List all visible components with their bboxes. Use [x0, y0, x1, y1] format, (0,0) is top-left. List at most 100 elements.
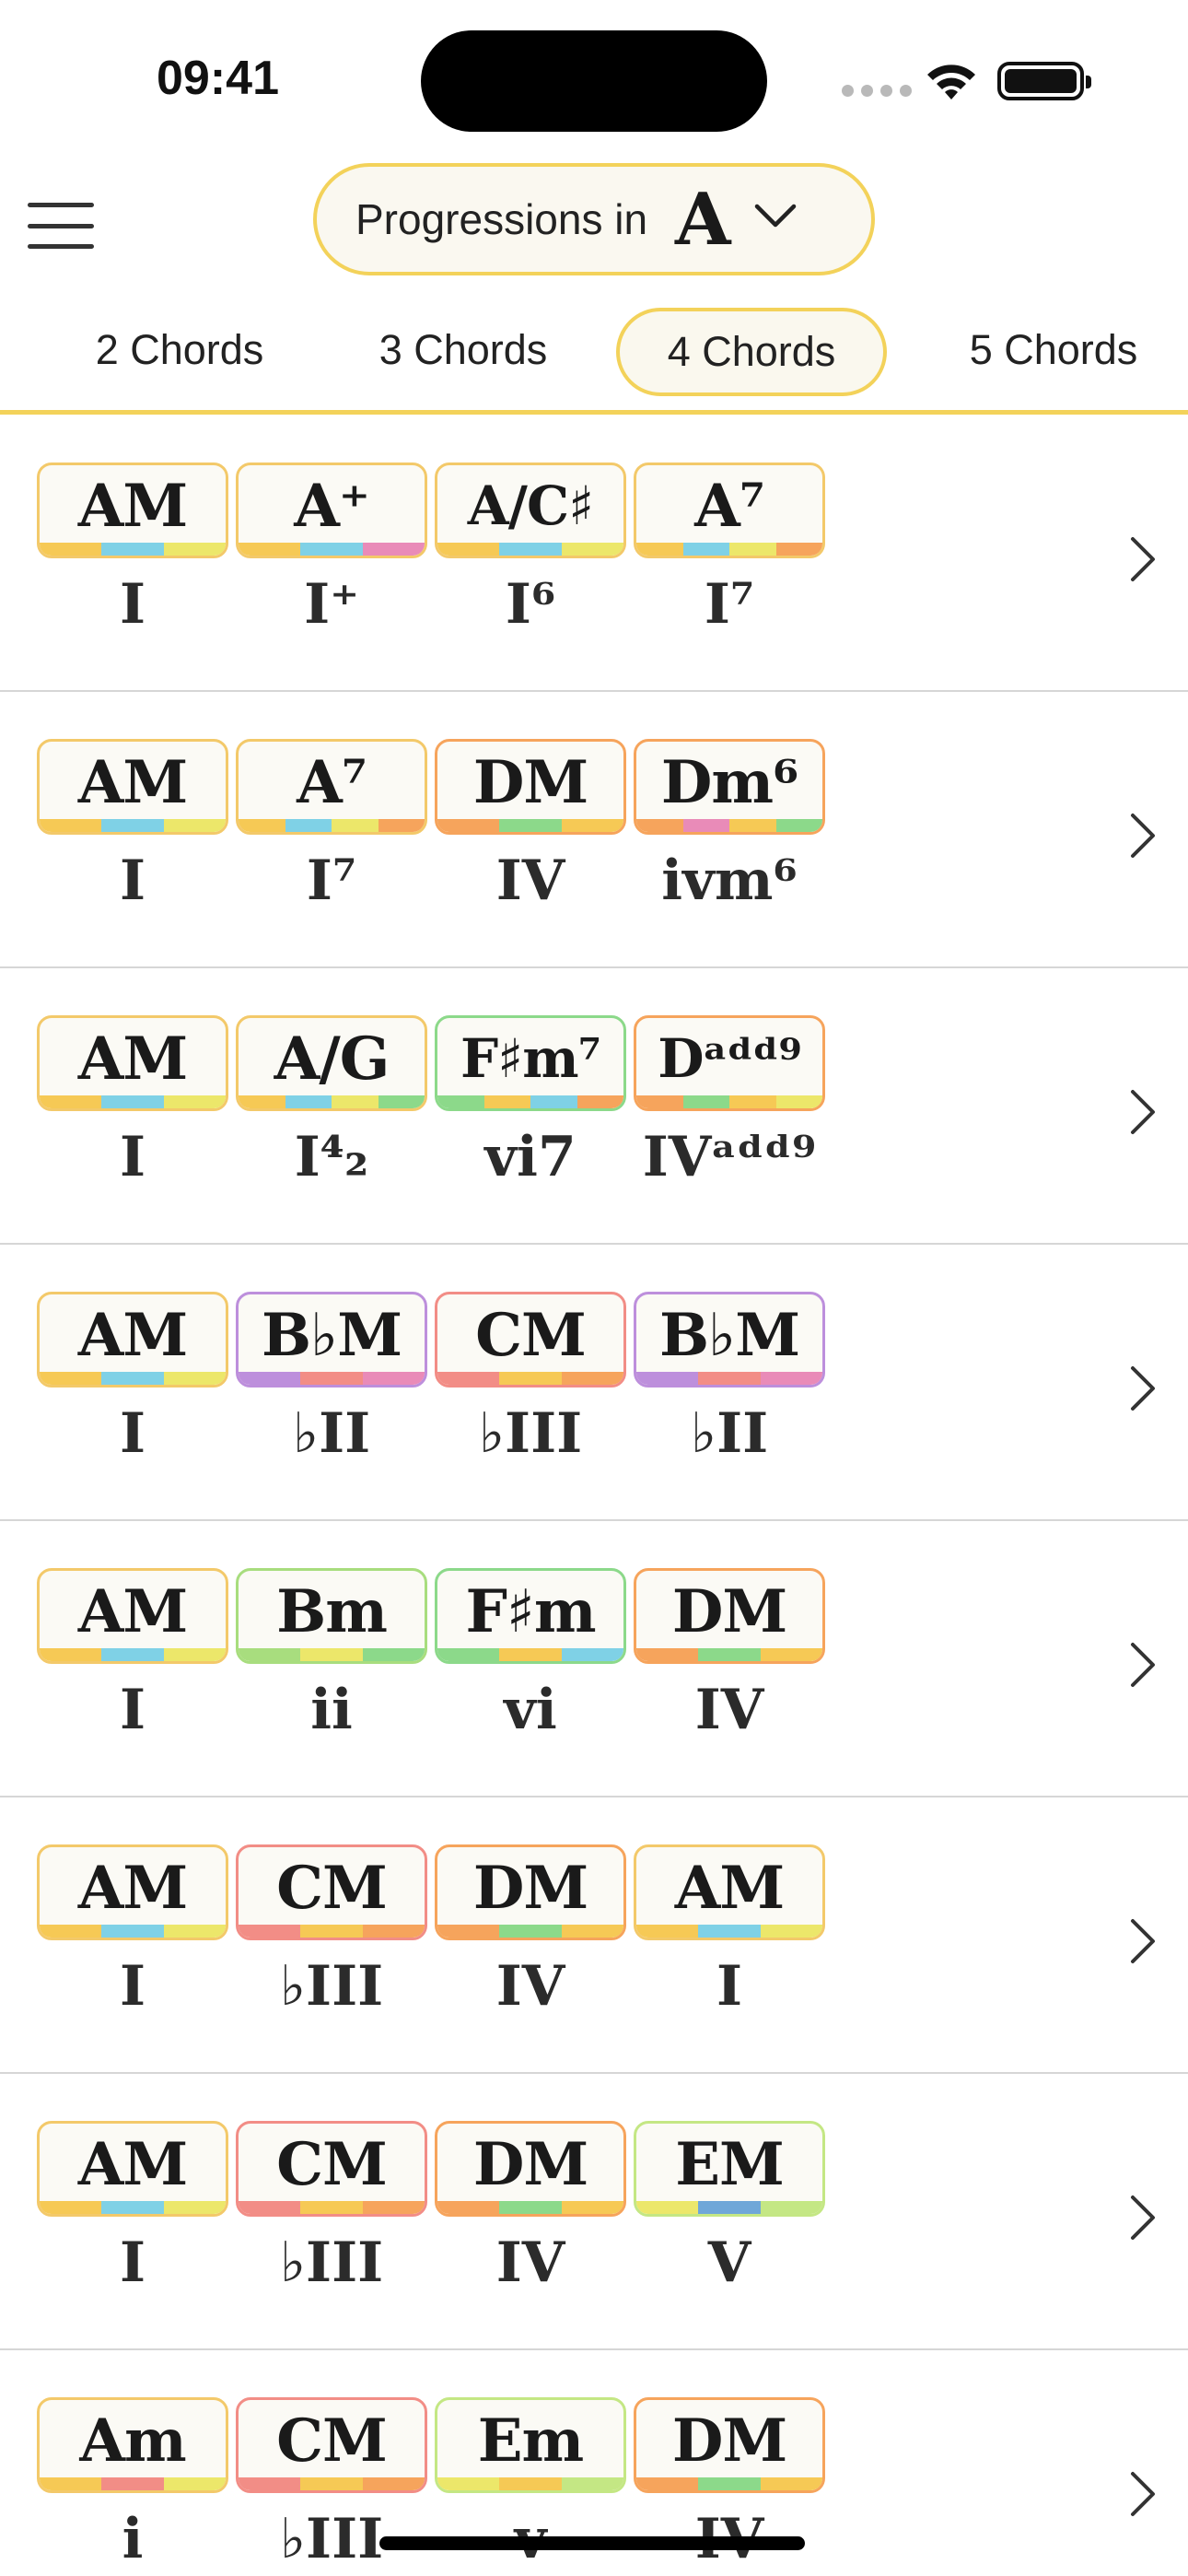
roman-numeral: I: [716, 1954, 743, 2019]
roman-numeral: IV: [694, 1678, 764, 1742]
roman-numeral: I: [119, 849, 146, 913]
chord-chip[interactable]: AM: [37, 1844, 228, 1940]
chord-chip[interactable]: AM: [37, 463, 228, 558]
progression-list: AM I A⁺ I⁺ A/C♯ I⁶ A⁷ I⁷ AM I A⁷ I⁷ DM IV Dm⁶ ivm⁶ AM I A/…: [0, 416, 1188, 2576]
roman-numeral: I: [119, 1678, 146, 1742]
chord-chip[interactable]: EM: [634, 2121, 825, 2217]
chord-chip[interactable]: B♭M: [634, 1292, 825, 1388]
chord-color-stripe: [636, 1925, 822, 1938]
chord-chip[interactable]: F♯m: [435, 1568, 626, 1664]
battery-icon: [997, 62, 1091, 100]
chord-chip[interactable]: DM: [435, 1844, 626, 1940]
chord-name: AM: [77, 1576, 189, 1646]
chevron-right-icon[interactable]: [1125, 533, 1159, 585]
chevron-down-icon: [754, 204, 796, 228]
tab-4-chords[interactable]: 4 Chords: [616, 308, 887, 396]
chord-chip[interactable]: AM: [37, 2121, 228, 2217]
chord-chip[interactable]: Dm⁶: [634, 739, 825, 835]
chord-name: AM: [77, 471, 189, 541]
roman-numeral: I: [119, 1401, 146, 1466]
chord-chip[interactable]: AM: [37, 1568, 228, 1664]
progression-row[interactable]: AM I A/G I⁴₂ F♯m⁷ vi7 Dᵃᵈᵈ⁹ IVᵃᵈᵈ⁹: [0, 968, 1188, 1245]
chord-name: A/G: [274, 1024, 390, 1094]
tab-5-chords[interactable]: 5 Chords: [947, 304, 1160, 396]
chord-chip[interactable]: Bm: [236, 1568, 427, 1664]
chord-chip[interactable]: Dᵃᵈᵈ⁹: [634, 1015, 825, 1111]
chord-name: AM: [77, 2129, 189, 2199]
chevron-right-icon[interactable]: [1125, 2192, 1159, 2243]
progression-row[interactable]: AM I B♭M ♭II CM ♭III B♭M ♭II: [0, 1245, 1188, 1521]
menu-icon[interactable]: [28, 203, 94, 249]
chord-color-stripe: [239, 1925, 425, 1938]
chord-color-stripe: [239, 2201, 425, 2214]
chord-name: A⁷: [694, 471, 765, 541]
chord-name: AM: [674, 1853, 786, 1923]
roman-numeral: I⁴₂: [294, 1125, 369, 1189]
roman-numeral: I: [119, 1954, 146, 2019]
status-time: 09:41: [157, 52, 279, 105]
chord-color-stripe: [437, 1648, 623, 1661]
chord-color-stripe: [636, 819, 822, 832]
chord-chip[interactable]: Em: [435, 2397, 626, 2493]
chord-color-stripe: [40, 543, 226, 556]
chord-chip[interactable]: DM: [634, 2397, 825, 2493]
chord-chip[interactable]: AM: [37, 739, 228, 835]
progression-row[interactable]: AM I CM ♭III DM IV AM I: [0, 1797, 1188, 2074]
key-selector-label: Progressions in: [355, 195, 648, 243]
chord-chip[interactable]: CM: [236, 2121, 427, 2217]
chord-color-stripe: [437, 819, 623, 832]
chevron-right-icon[interactable]: [1125, 1639, 1159, 1691]
chord-name: B♭M: [261, 1300, 402, 1370]
cellular-signal-icon: [842, 85, 912, 97]
chord-chip[interactable]: CM: [236, 1844, 427, 1940]
tab-underline: [0, 410, 1188, 415]
chord-chip[interactable]: A⁷: [634, 463, 825, 558]
chord-name: CM: [475, 1300, 587, 1370]
chord-chip[interactable]: CM: [435, 1292, 626, 1388]
chord-name: AM: [77, 1300, 189, 1370]
chord-chip[interactable]: F♯m⁷: [435, 1015, 626, 1111]
chord-chip[interactable]: A/G: [236, 1015, 427, 1111]
roman-numeral: I: [119, 2231, 146, 2295]
progression-row[interactable]: AM I Bm ii F♯m vi DM IV: [0, 1521, 1188, 1797]
chord-color-stripe: [40, 2201, 226, 2214]
chord-color-stripe: [239, 2477, 425, 2490]
chord-name: DM: [472, 1853, 588, 1923]
chord-color-stripe: [239, 1648, 425, 1661]
chevron-right-icon[interactable]: [1125, 1363, 1159, 1414]
chord-chip[interactable]: DM: [435, 2121, 626, 2217]
chord-name: DM: [472, 2129, 588, 2199]
chord-chip[interactable]: A/C♯: [435, 463, 626, 558]
chevron-right-icon[interactable]: [1125, 1086, 1159, 1138]
tab-2-chords[interactable]: 2 Chords: [85, 304, 274, 396]
chord-chip[interactable]: DM: [634, 1568, 825, 1664]
chord-chip[interactable]: AM: [634, 1844, 825, 1940]
chord-chip[interactable]: AM: [37, 1015, 228, 1111]
tab-3-chords[interactable]: 3 Chords: [368, 304, 558, 396]
chevron-right-icon[interactable]: [1125, 810, 1159, 861]
progression-row[interactable]: AM I CM ♭III DM IV EM V: [0, 2074, 1188, 2350]
progression-row[interactable]: AM I A⁺ I⁺ A/C♯ I⁶ A⁷ I⁷: [0, 416, 1188, 692]
chord-chip[interactable]: A⁺: [236, 463, 427, 558]
chevron-right-icon[interactable]: [1125, 2468, 1159, 2520]
chord-color-stripe: [636, 1372, 822, 1385]
chord-name: A/C♯: [467, 474, 594, 537]
chord-color-stripe: [437, 1095, 623, 1108]
roman-numeral: vi7: [484, 1125, 577, 1189]
key-selector-button[interactable]: Progressions in A: [313, 163, 875, 275]
chord-chip[interactable]: AM: [37, 1292, 228, 1388]
chord-chip[interactable]: DM: [435, 739, 626, 835]
chord-chip[interactable]: A⁷: [236, 739, 427, 835]
roman-numeral: I: [119, 572, 146, 637]
progression-row[interactable]: AM I A⁷ I⁷ DM IV Dm⁶ ivm⁶: [0, 692, 1188, 968]
chord-chip[interactable]: B♭M: [236, 1292, 427, 1388]
chord-chip[interactable]: CM: [236, 2397, 427, 2493]
chord-chip[interactable]: Am: [37, 2397, 228, 2493]
roman-numeral: I⁷: [306, 849, 357, 913]
roman-numeral: I⁶: [505, 572, 556, 637]
chord-color-stripe: [239, 1095, 425, 1108]
chevron-right-icon[interactable]: [1125, 1915, 1159, 1967]
selected-key: A: [675, 177, 731, 262]
chord-name: DM: [472, 747, 588, 817]
chord-color-stripe: [40, 2477, 226, 2490]
